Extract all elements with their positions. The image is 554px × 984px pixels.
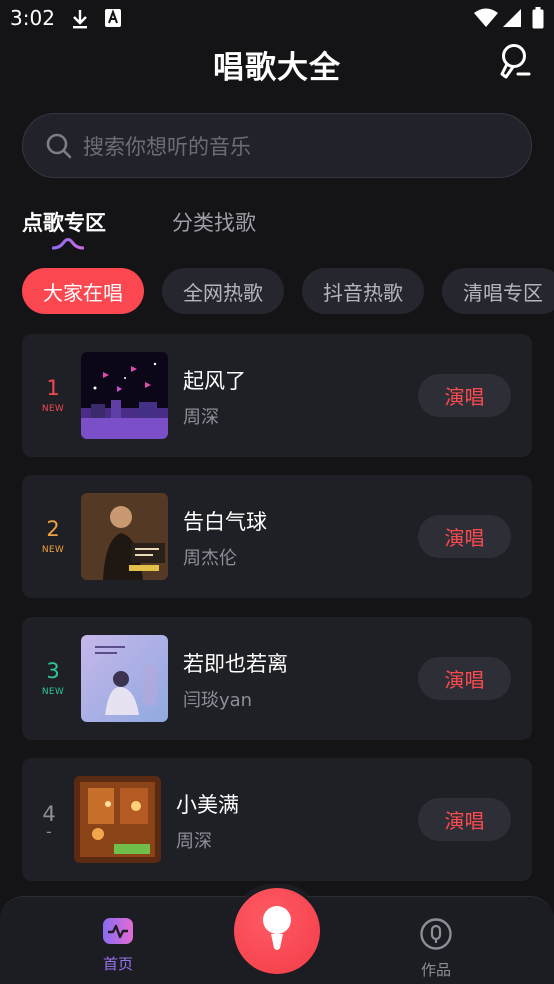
nav-works[interactable]: 作品 <box>406 917 466 980</box>
battery-icon <box>532 7 544 33</box>
song-title: 告白气球 <box>183 510 267 534</box>
song-artist: 周杰伦 <box>183 548 237 569</box>
mic-record-icon <box>259 904 295 958</box>
category-chips: 大家在唱 全网热歌 抖音热歌 清唱专区 <box>22 268 554 314</box>
song-card-1[interactable]: 1 NEW 起风了 周深 演唱 <box>22 334 532 457</box>
album-cover <box>81 635 168 722</box>
pulse-icon <box>101 918 135 949</box>
rank-same-tag: - <box>45 822 53 841</box>
chip-everyone-singing[interactable]: 大家在唱 <box>22 268 144 314</box>
sing-button[interactable]: 演唱 <box>418 515 511 558</box>
song-artist: 周深 <box>176 831 212 852</box>
rank-new-tag: NEW <box>41 545 65 555</box>
nav-works-label: 作品 <box>420 961 451 979</box>
page-title: 唱歌大全 <box>213 50 341 86</box>
wifi-icon <box>474 8 498 32</box>
album-cover <box>74 776 161 863</box>
song-card-2[interactable]: 2 NEW 告白气球 周杰伦 演唱 <box>22 475 532 598</box>
rank-1: 1 NEW <box>36 376 70 414</box>
microphone-button[interactable] <box>494 42 536 84</box>
status-bar: 3:02 <box>0 0 554 38</box>
search-bar[interactable]: 搜索你想听的音乐 <box>22 113 532 178</box>
rank-new-tag: NEW <box>41 404 65 414</box>
rank-number: 3 <box>46 659 60 683</box>
microphone-icon <box>498 43 532 83</box>
download-icon <box>70 8 90 34</box>
signal-icon <box>502 8 522 32</box>
nav-home[interactable]: 首页 <box>88 917 148 974</box>
song-card-4[interactable]: 4 - 小美满 周深 演唱 <box>22 758 532 881</box>
app-screen: 3:02 唱歌大全 搜索你想听的音乐 点歌专区 分类找歌 大家在唱 全网热歌 抖… <box>0 0 554 984</box>
chip-hot-songs[interactable]: 全网热歌 <box>162 268 284 314</box>
tab-category[interactable]: 分类找歌 <box>172 207 256 237</box>
rank-new-tag: NEW <box>41 687 65 697</box>
song-card-3[interactable]: 3 NEW 若即也若离 闫琰yan 演唱 <box>22 617 532 740</box>
works-icon <box>419 918 453 955</box>
sing-button[interactable]: 演唱 <box>418 657 511 700</box>
album-cover <box>81 352 168 439</box>
record-button[interactable] <box>234 888 320 974</box>
a-badge-icon <box>104 8 122 32</box>
tab-song-request[interactable]: 点歌专区 <box>22 207 106 237</box>
sing-button[interactable]: 演唱 <box>418 798 511 841</box>
rank-2: 2 NEW <box>36 517 70 555</box>
song-title: 小美满 <box>176 793 239 817</box>
rank-number: 1 <box>46 376 60 400</box>
rank-4: 4 - <box>32 802 66 841</box>
song-title: 若即也若离 <box>183 652 288 676</box>
album-cover <box>81 493 168 580</box>
nav-home-label: 首页 <box>102 955 133 973</box>
rank-number: 2 <box>46 517 60 541</box>
status-time: 3:02 <box>10 6 55 30</box>
song-artist: 周深 <box>183 407 219 428</box>
sing-button[interactable]: 演唱 <box>418 374 511 417</box>
chip-douyin-hot[interactable]: 抖音热歌 <box>302 268 424 314</box>
song-title: 起风了 <box>183 369 246 393</box>
search-icon <box>45 132 73 160</box>
chip-a-cappella[interactable]: 清唱专区 <box>442 268 554 314</box>
song-artist: 闫琰yan <box>183 690 253 711</box>
rank-3: 3 NEW <box>36 659 70 697</box>
tab-indicator <box>51 236 85 255</box>
search-placeholder: 搜索你想听的音乐 <box>83 134 251 159</box>
